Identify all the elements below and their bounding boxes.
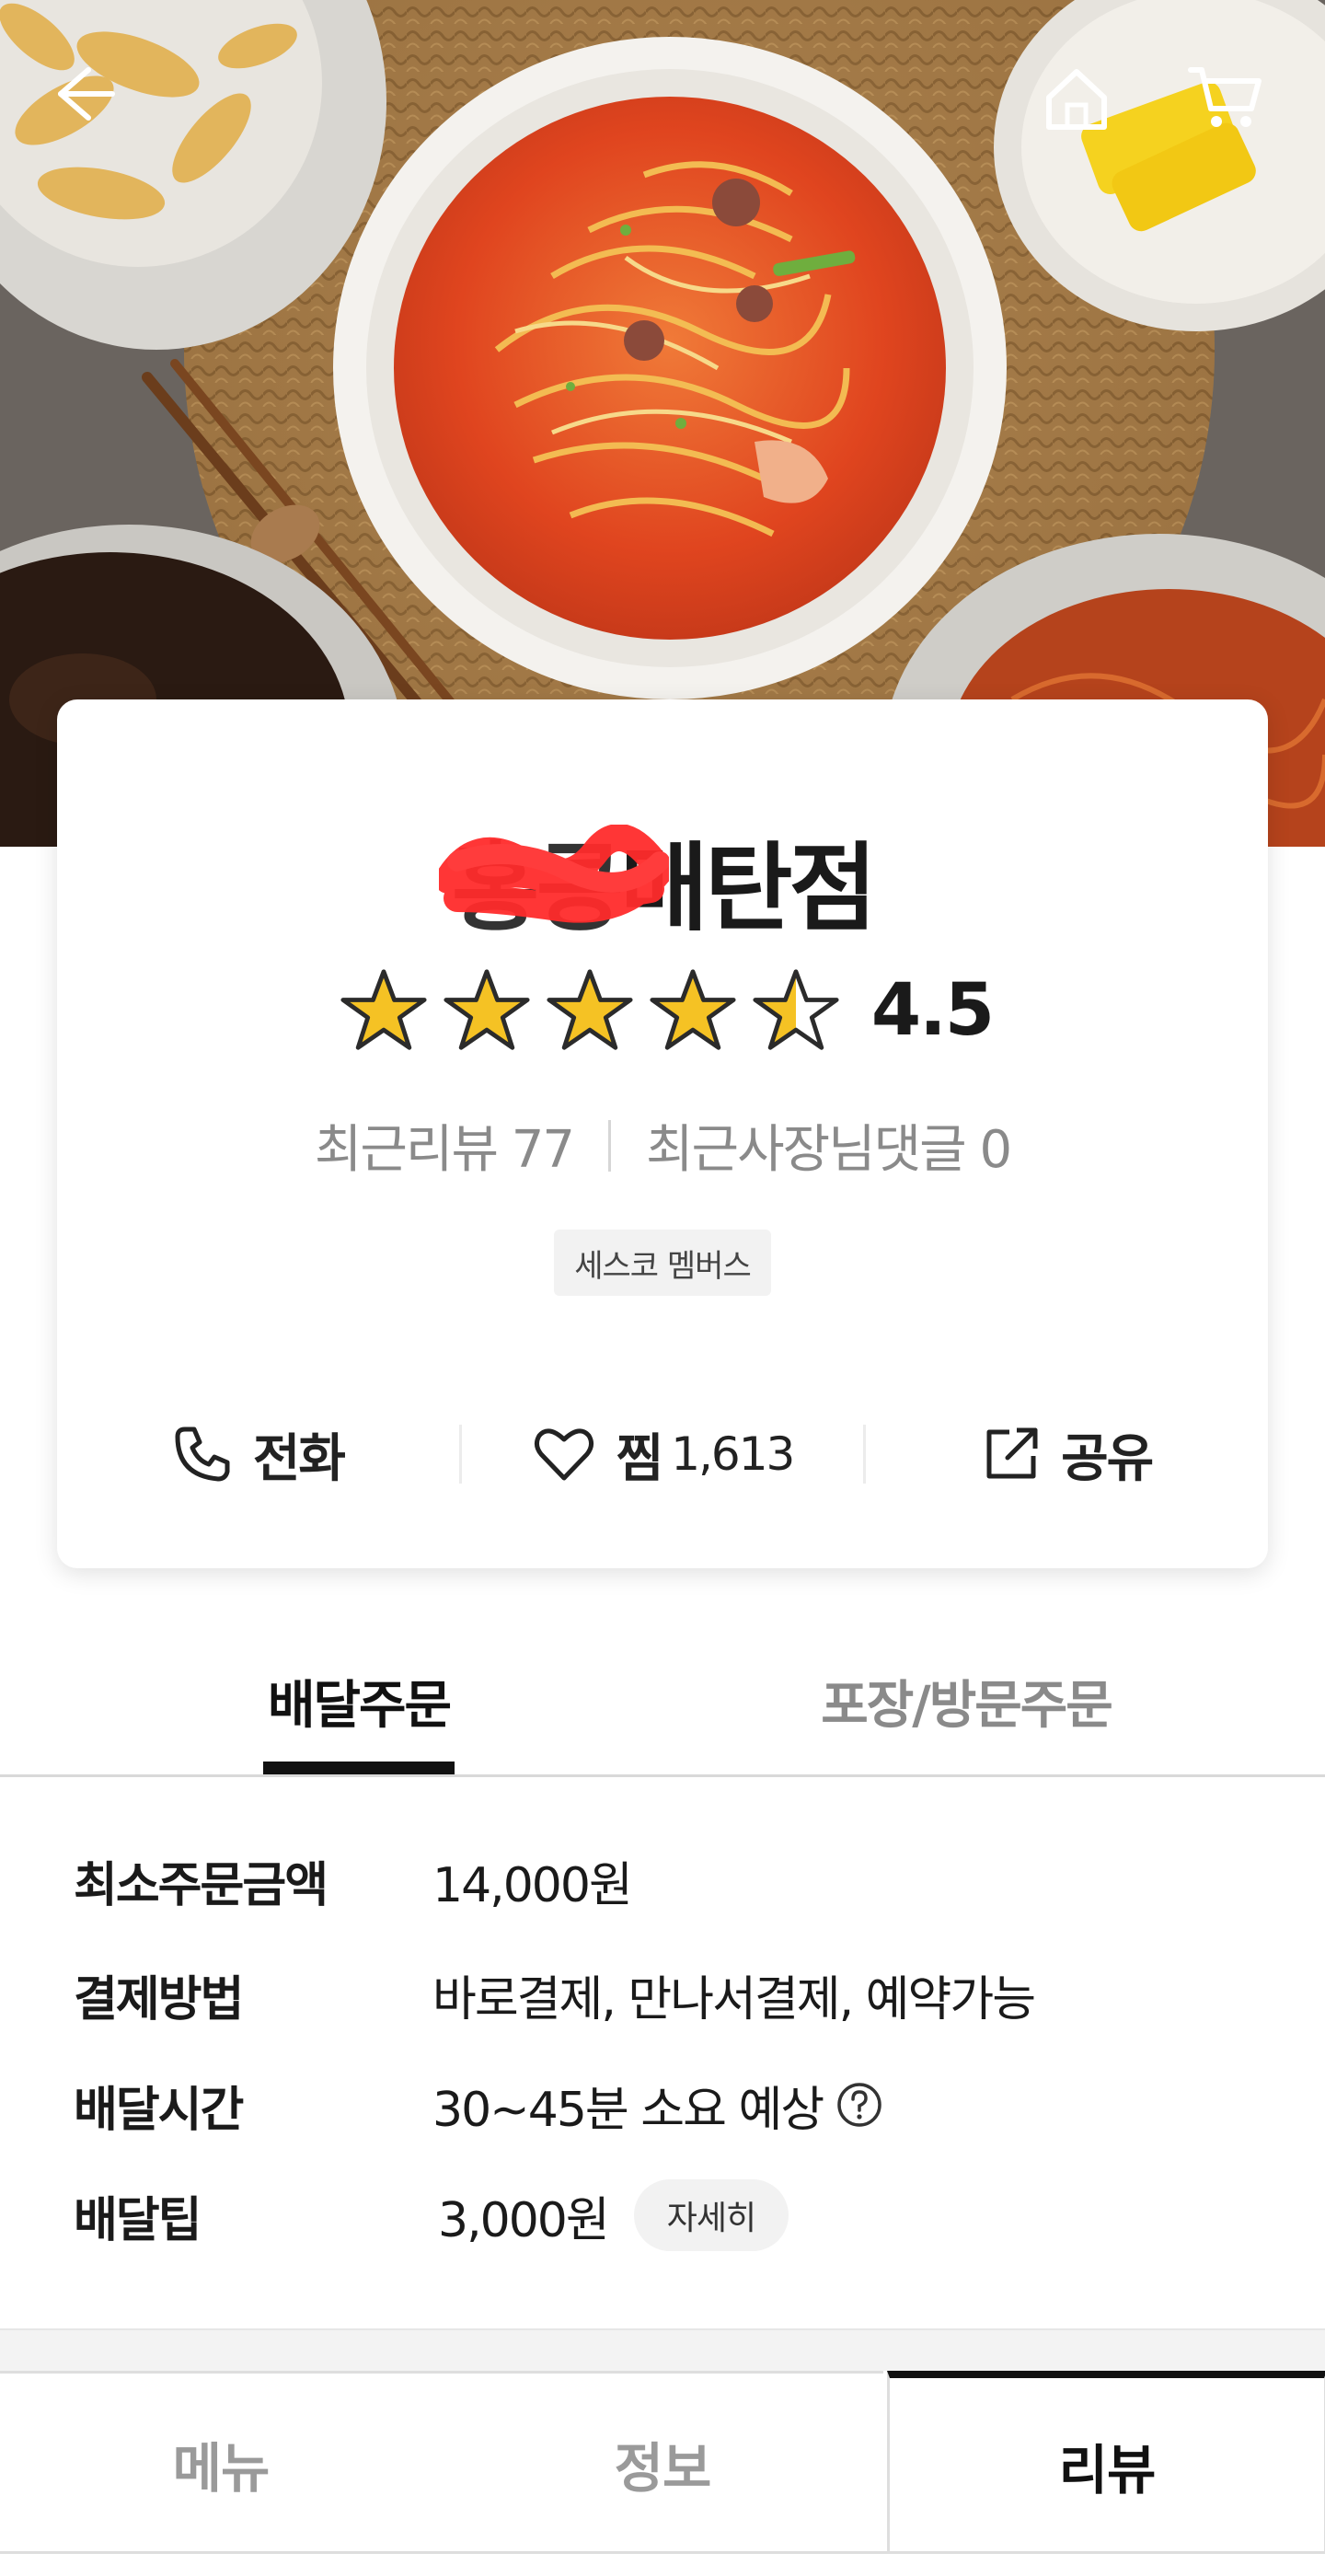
favorite-button[interactable]: 찜 1,613 <box>462 1417 864 1492</box>
info-label: 최소주문금액 <box>74 1857 328 1913</box>
star-icon <box>444 969 530 1050</box>
call-button[interactable]: 전화 <box>57 1417 459 1492</box>
tab-bar-baseline <box>0 2551 1325 2576</box>
rating-row: 4.5 <box>57 966 1268 1055</box>
store-card: 홍콩 매탄점 4.5 최근리뷰 77 최근사장님댓글 0 세스코 멤버스 전화 … <box>57 699 1268 1568</box>
payment-row: 결제방법 바로결제, 만나서결제, 예약가능 <box>74 1953 1036 2036</box>
info-label: 배달시간 <box>74 2082 244 2138</box>
tab-info[interactable]: 정보 <box>442 2371 883 2554</box>
cesco-badge: 세스코 멤버스 <box>554 1230 771 1296</box>
action-bar: 전화 찜 1,613 공유 <box>57 1399 1268 1509</box>
info-label: 결제방법 <box>74 1971 244 2027</box>
delivery-tip-row: 배달팁 3,000원 자세히 <box>74 2174 789 2257</box>
section-divider <box>0 2328 1325 2373</box>
phone-icon <box>175 1427 230 1482</box>
store-name: 홍콩 매탄점 <box>57 810 1268 949</box>
tab-review-label: 리뷰 <box>1058 2439 1157 2501</box>
call-label: 전화 <box>252 1428 346 1489</box>
info-value: 3,000원 자세히 <box>432 2179 789 2251</box>
owner-replies-link[interactable]: 최근사장님댓글 0 <box>646 1108 1012 1183</box>
tab-info-label: 정보 <box>614 2437 712 2500</box>
info-value: 14,000원 <box>432 1857 633 1913</box>
share-icon <box>986 1427 1038 1479</box>
recent-reviews-link[interactable]: 최근리뷰 77 <box>315 1108 575 1183</box>
cart-button[interactable] <box>1187 61 1275 149</box>
info-value: 30~45분 소요 예상 <box>432 2071 883 2140</box>
rating-value: 4.5 <box>870 969 995 1052</box>
cart-icon <box>1188 67 1262 127</box>
favorite-label: 찜 <box>616 1428 664 1489</box>
tab-review[interactable]: 리뷰 <box>887 2371 1325 2553</box>
store-name-prefix: 홍콩 <box>438 810 669 949</box>
home-icon <box>1046 69 1107 130</box>
question-icon[interactable] <box>835 2081 883 2129</box>
review-divider <box>608 1119 612 1172</box>
info-value: 바로결제, 만나서결제, 예약가능 <box>432 1971 1036 2027</box>
tab-delivery-label: 배달주문 <box>267 1676 452 1736</box>
review-summary: 최근리뷰 77 최근사장님댓글 0 <box>57 1108 1268 1183</box>
star-half-icon <box>753 969 839 1050</box>
share-label: 공유 <box>1061 1428 1154 1489</box>
tip-detail-button[interactable]: 자세히 <box>633 2179 789 2251</box>
delivery-tip-amount: 3,000원 <box>438 2192 610 2248</box>
share-button[interactable]: 공유 <box>866 1417 1268 1492</box>
delivery-time-text: 30~45분 소요 예상 <box>432 2082 824 2138</box>
tab-menu-label: 메뉴 <box>172 2437 271 2500</box>
star-icon <box>650 969 736 1050</box>
favorite-count: 1,613 <box>671 1427 795 1481</box>
heart-icon <box>534 1428 593 1481</box>
min-order-row: 최소주문금액 14,000원 <box>74 1839 633 1922</box>
back-button[interactable] <box>48 59 136 147</box>
info-label: 배달팁 <box>74 2192 202 2248</box>
home-button[interactable] <box>1040 61 1128 149</box>
delivery-time-row: 배달시간 30~45분 소요 예상 <box>74 2063 883 2146</box>
tab-pickup-order[interactable]: 포장/방문주문 <box>791 1622 1141 1774</box>
back-arrow-icon <box>58 67 115 121</box>
tab-menu[interactable]: 메뉴 <box>0 2371 442 2554</box>
bottom-tab-bar: 메뉴 정보 리뷰 <box>0 2371 1325 2576</box>
tab-delivery-order[interactable]: 배달주문 <box>263 1622 455 1774</box>
star-icon <box>340 969 427 1050</box>
redaction-scribble <box>438 825 669 923</box>
tab-pickup-label: 포장/방문주문 <box>821 1676 1113 1736</box>
order-type-tabs: 배달주문 포장/방문주문 <box>0 1622 1325 1777</box>
star-icon <box>547 969 633 1050</box>
